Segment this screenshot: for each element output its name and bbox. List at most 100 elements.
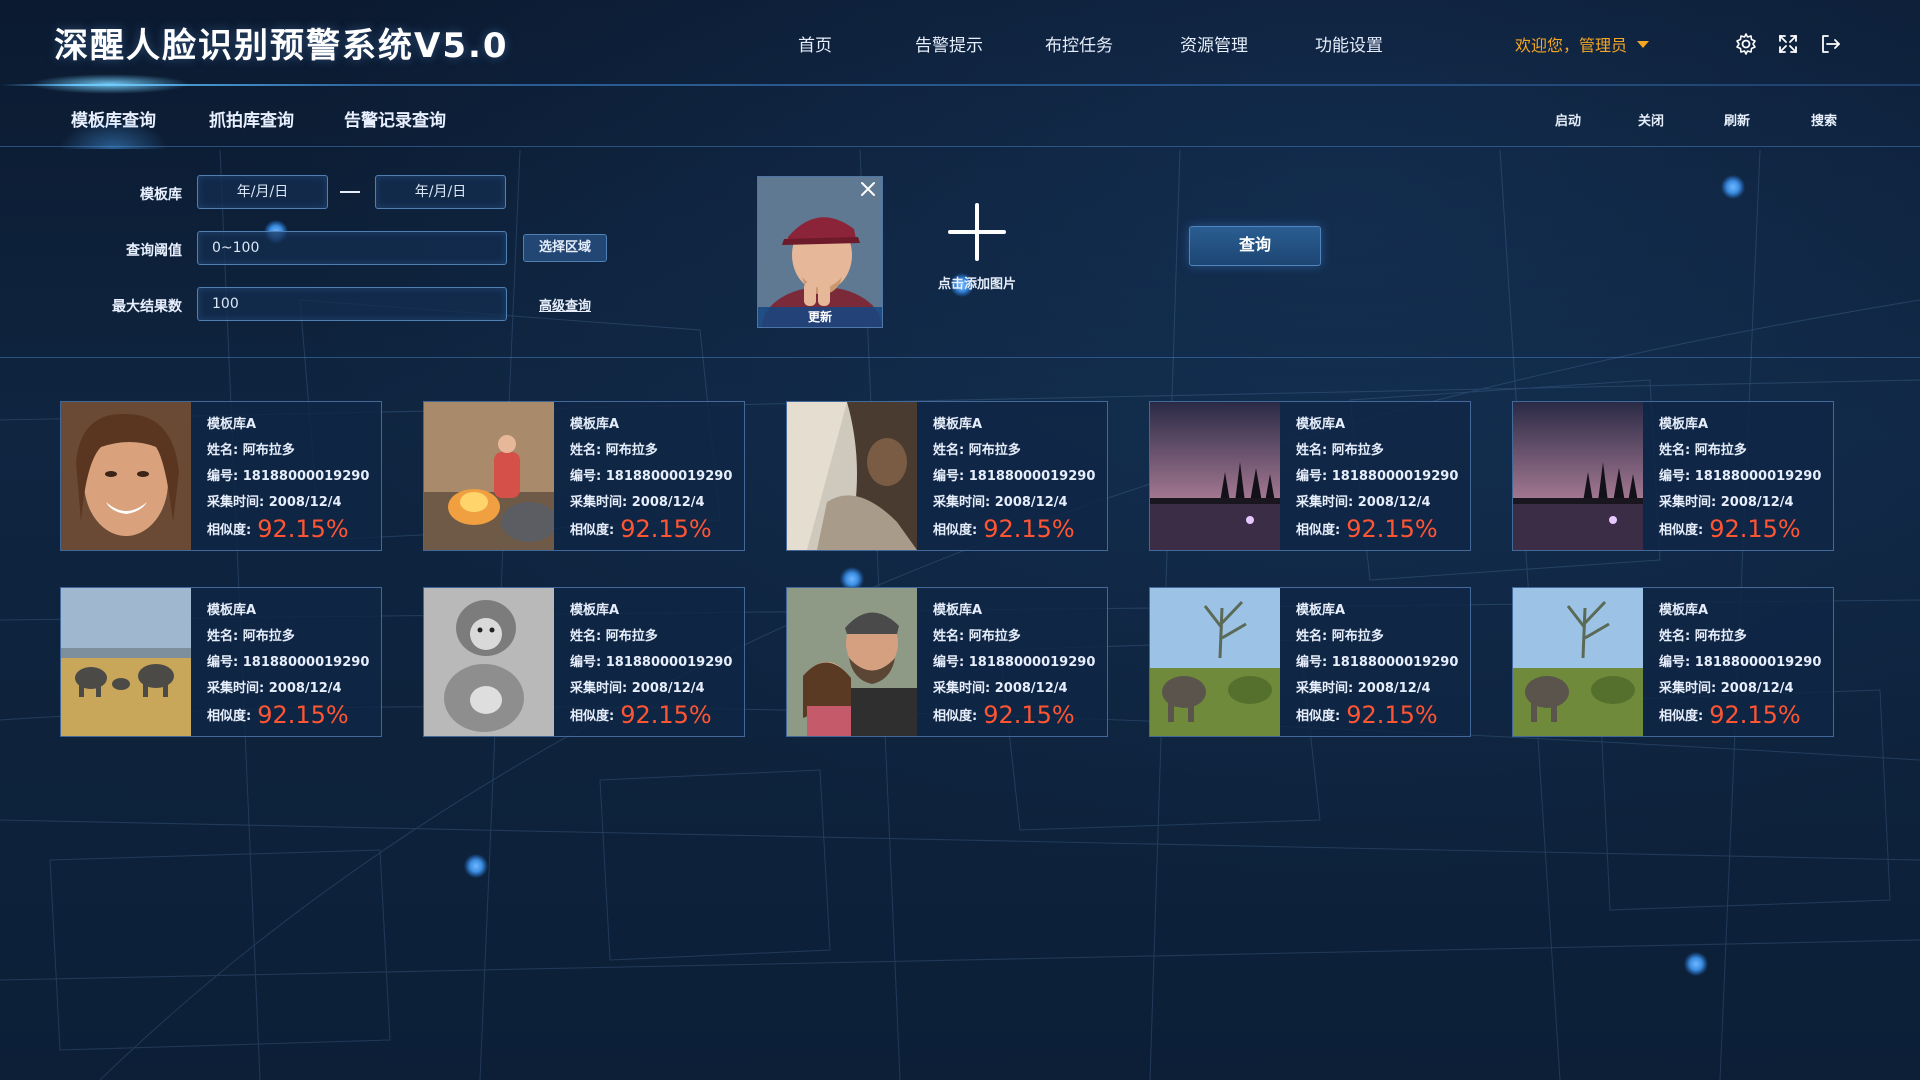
similarity-value: 92.15% xyxy=(1709,515,1801,543)
result-time: 采集时间: 2008/12/4 xyxy=(207,495,342,510)
result-card[interactable]: 模板库A 姓名: 阿布拉多 编号: 18188000019290 采集时间: 2… xyxy=(1512,587,1834,737)
map-marker-dot xyxy=(1684,952,1708,976)
result-card[interactable]: 模板库A 姓名: 阿布拉多 编号: 18188000019290 采集时间: 2… xyxy=(1512,401,1834,551)
result-name: 姓名: 阿布拉多 xyxy=(1296,443,1384,458)
tab-template-query[interactable]: 模板库查询 xyxy=(59,106,168,149)
result-library: 模板库A xyxy=(570,417,620,432)
refresh-button[interactable]: 刷新 xyxy=(1724,110,1750,129)
result-card[interactable]: 模板库A 姓名: 阿布拉多 编号: 18188000019290 采集时间: 2… xyxy=(786,587,1108,737)
result-time: 采集时间: 2008/12/4 xyxy=(570,681,705,696)
result-id: 编号: 18188000019290 xyxy=(933,655,1096,670)
user-menu[interactable]: 欢迎您，管理员 xyxy=(1515,32,1650,56)
max-results-input[interactable]: 100 xyxy=(197,287,507,321)
plus-icon xyxy=(948,203,1006,261)
date-to-field[interactable]: 年/月/日 xyxy=(375,175,506,209)
result-name: 姓名: 阿布拉多 xyxy=(1659,443,1747,458)
logout-icon[interactable] xyxy=(1818,32,1842,56)
result-info: 模板库A 姓名: 阿布拉多 编号: 18188000019290 采集时间: 2… xyxy=(1296,598,1458,730)
add-image-button[interactable]: 点击添加图片 xyxy=(922,197,1032,297)
query-button[interactable]: 查询 xyxy=(1189,226,1321,266)
nav-home[interactable]: 首页 xyxy=(798,31,832,56)
advanced-query-link[interactable]: 高级查询 xyxy=(539,295,591,314)
result-info: 模板库A 姓名: 阿布拉多 编号: 18188000019290 采集时间: 2… xyxy=(933,598,1095,730)
similarity-label: 相似度: xyxy=(570,709,615,724)
similarity-label: 相似度: xyxy=(207,523,252,538)
result-library: 模板库A xyxy=(1659,603,1709,618)
result-info: 模板库A 姓名: 阿布拉多 编号: 18188000019290 采集时间: 2… xyxy=(1296,412,1458,544)
result-library: 模板库A xyxy=(1296,417,1346,432)
nav-resources[interactable]: 资源管理 xyxy=(1180,31,1248,56)
app-title: 深醒人脸识别预警系统V5.0 xyxy=(54,26,509,66)
result-info: 模板库A 姓名: 阿布拉多 编号: 18188000019290 采集时间: 2… xyxy=(1659,598,1821,730)
result-time: 采集时间: 2008/12/4 xyxy=(207,681,342,696)
select-area-button[interactable]: 选择区域 xyxy=(523,234,607,262)
result-id: 编号: 18188000019290 xyxy=(933,469,1096,484)
result-card[interactable]: 模板库A 姓名: 阿布拉多 编号: 18188000019290 采集时间: 2… xyxy=(786,401,1108,551)
result-photo-night-lake xyxy=(1513,402,1643,550)
result-time: 采集时间: 2008/12/4 xyxy=(1659,681,1794,696)
result-library: 模板库A xyxy=(570,603,620,618)
result-library: 模板库A xyxy=(207,417,257,432)
result-info: 模板库A 姓名: 阿布拉多 编号: 18188000019290 采集时间: 2… xyxy=(1659,412,1821,544)
search-button[interactable]: 搜索 xyxy=(1811,110,1837,129)
tab-capture-query[interactable]: 抓拍库查询 xyxy=(209,106,294,131)
query-image-thumbnail[interactable]: 更新 xyxy=(757,176,883,328)
result-photo-night-lake xyxy=(1150,402,1280,550)
result-card[interactable]: 模板库A 姓名: 阿布拉多 编号: 18188000019290 采集时间: 2… xyxy=(60,587,382,737)
search-panel: 模板库 年/月/日 年/月/日 查询阈值 0~100 选择区域 最大结果数 10… xyxy=(0,147,1920,358)
result-info: 模板库A 姓名: 阿布拉多 编号: 18188000019290 采集时间: 2… xyxy=(207,598,369,730)
similarity-value: 92.15% xyxy=(983,701,1075,729)
result-card[interactable]: 模板库A 姓名: 阿布拉多 编号: 18188000019290 采集时间: 2… xyxy=(423,587,745,737)
result-info: 模板库A 姓名: 阿布拉多 编号: 18188000019290 采集时间: 2… xyxy=(570,412,732,544)
result-library: 模板库A xyxy=(1296,603,1346,618)
result-photo-tent xyxy=(787,402,917,550)
result-photo-woman xyxy=(61,402,191,550)
nav-settings[interactable]: 功能设置 xyxy=(1315,31,1383,56)
similarity-value: 92.15% xyxy=(257,701,349,729)
similarity-label: 相似度: xyxy=(570,523,615,538)
result-card[interactable]: 模板库A 姓名: 阿布拉多 编号: 18188000019290 采集时间: 2… xyxy=(60,401,382,551)
close-button[interactable]: 关闭 xyxy=(1638,110,1664,129)
result-id: 编号: 18188000019290 xyxy=(570,469,733,484)
close-icon[interactable] xyxy=(858,179,878,199)
result-card[interactable]: 模板库A 姓名: 阿布拉多 编号: 18188000019290 采集时间: 2… xyxy=(1149,587,1471,737)
similarity-label: 相似度: xyxy=(933,523,978,538)
fullscreen-icon[interactable] xyxy=(1776,32,1800,56)
result-library: 模板库A xyxy=(933,603,983,618)
threshold-input[interactable]: 0~100 xyxy=(197,231,507,265)
result-id: 编号: 18188000019290 xyxy=(570,655,733,670)
result-time: 采集时间: 2008/12/4 xyxy=(933,495,1068,510)
similarity-value: 92.15% xyxy=(257,515,349,543)
result-name: 姓名: 阿布拉多 xyxy=(933,443,1021,458)
max-results-label: 最大结果数 xyxy=(112,299,182,315)
result-card[interactable]: 模板库A 姓名: 阿布拉多 编号: 18188000019290 采集时间: 2… xyxy=(1149,401,1471,551)
result-id: 编号: 18188000019290 xyxy=(1659,469,1822,484)
nav-tasks[interactable]: 布控任务 xyxy=(1045,31,1113,56)
date-from-field[interactable]: 年/月/日 xyxy=(197,175,328,209)
similarity-value: 92.15% xyxy=(983,515,1075,543)
result-card[interactable]: 模板库A 姓名: 阿布拉多 编号: 18188000019290 采集时间: 2… xyxy=(423,401,745,551)
similarity-value: 92.15% xyxy=(620,515,712,543)
similarity-value: 92.15% xyxy=(1709,701,1801,729)
result-name: 姓名: 阿布拉多 xyxy=(1296,629,1384,644)
start-button[interactable]: 启动 xyxy=(1555,110,1581,129)
gear-icon[interactable] xyxy=(1734,32,1758,56)
similarity-label: 相似度: xyxy=(1659,709,1704,724)
result-photo-elephants xyxy=(61,588,191,736)
result-id: 编号: 18188000019290 xyxy=(1296,655,1459,670)
result-photo-father-child xyxy=(787,588,917,736)
similarity-label: 相似度: xyxy=(933,709,978,724)
add-image-label: 点击添加图片 xyxy=(937,277,1016,292)
tab-alert-record-query[interactable]: 告警记录查询 xyxy=(344,106,446,131)
result-info: 模板库A 姓名: 阿布拉多 编号: 18188000019290 采集时间: 2… xyxy=(933,412,1095,544)
result-info: 模板库A 姓名: 阿布拉多 编号: 18188000019290 采集时间: 2… xyxy=(207,412,369,544)
result-photo-campfire xyxy=(424,402,554,550)
update-image-label[interactable]: 更新 xyxy=(758,307,882,327)
result-photo-monkeys xyxy=(424,588,554,736)
result-time: 采集时间: 2008/12/4 xyxy=(1296,495,1431,510)
nav-alerts[interactable]: 告警提示 xyxy=(915,31,983,56)
result-time: 采集时间: 2008/12/4 xyxy=(933,681,1068,696)
chevron-down-icon xyxy=(1637,40,1650,48)
result-photo-elephant-bush xyxy=(1150,588,1280,736)
similarity-value: 92.15% xyxy=(1346,701,1438,729)
